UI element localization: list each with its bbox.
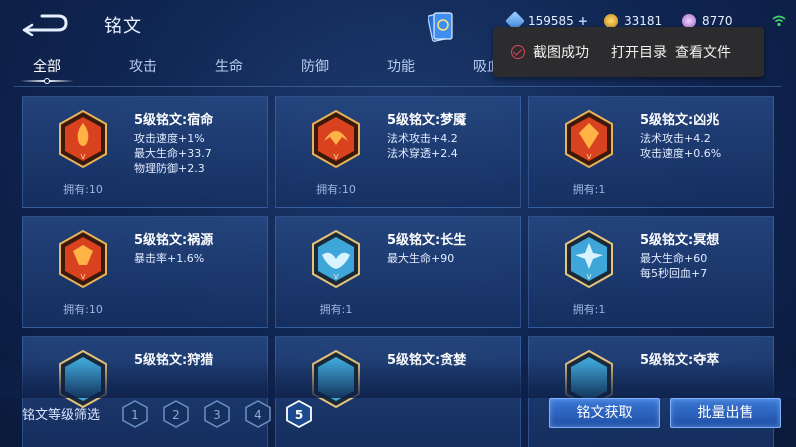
- bottom-bar: 铭文等级筛选 1 2 3 4 5 铭文获取 批量出售: [0, 394, 796, 447]
- rune-stat: 每5秒回血+7: [640, 267, 708, 280]
- svg-text:V: V: [81, 153, 86, 161]
- rune-name: 5级铭文:冥想: [640, 233, 720, 248]
- level-filter-3-label: 3: [213, 408, 221, 422]
- bulk-sell-button[interactable]: 批量出售: [670, 398, 781, 428]
- owned-count: 拥有:10: [316, 183, 356, 196]
- rune-card[interactable]: V 拥有:10 5级铭文:祸源 暴击率+1.6%: [22, 216, 268, 328]
- rune-stat: 法术攻击+4.2: [387, 132, 458, 145]
- meditation-rune-icon: V: [565, 229, 613, 289]
- owned-count: 拥有:10: [63, 303, 103, 316]
- rune-stats: 最大生命+90: [387, 251, 454, 266]
- level-filter-2-label: 2: [172, 408, 180, 422]
- nightmare-rune-icon: V: [312, 109, 360, 169]
- fire-rune-icon: V: [59, 109, 107, 169]
- toast-message: 截图成功: [533, 45, 589, 61]
- longevity-rune-icon: V: [312, 229, 360, 289]
- level-filter-5[interactable]: 5: [286, 400, 312, 428]
- rune-stat: 攻击速度+0.6%: [640, 147, 722, 160]
- svg-text:V: V: [81, 273, 86, 281]
- rune-stat: 法术攻击+4.2: [640, 132, 711, 145]
- rune-name: 5级铭文:凶兆: [640, 113, 720, 128]
- rune-stat: 最大生命+90: [387, 252, 455, 265]
- svg-text:V: V: [587, 273, 592, 281]
- rune-name: 5级铭文:祸源: [134, 233, 214, 248]
- rune-stats: 暴击率+1.6%: [134, 251, 204, 266]
- level-filter-5-label: 5: [295, 408, 303, 422]
- svg-text:V: V: [334, 273, 339, 281]
- svg-text:V: V: [587, 153, 592, 161]
- rune-stats: 法术攻击+4.2 攻击速度+0.6%: [640, 131, 721, 161]
- owned-count: 拥有:10: [63, 183, 103, 196]
- rune-stats: 最大生命+60 每5秒回血+7: [640, 251, 707, 281]
- check-circle-icon: [511, 45, 525, 59]
- rune-stats: 法术攻击+4.2 法术穿透+2.4: [387, 131, 458, 161]
- rune-card[interactable]: V 拥有:10 5级铭文:宿命 攻击速度+1% 最大生命+33.7 物理防御+2…: [22, 96, 268, 208]
- rune-card[interactable]: V 拥有:1 5级铭文:凶兆 法术攻击+4.2 攻击速度+0.6%: [528, 96, 774, 208]
- get-runes-button[interactable]: 铭文获取: [549, 398, 660, 428]
- screenshot-toast: 截图成功 打开目录 查看文件: [493, 27, 764, 77]
- rune-stat: 最大生命+33.7: [134, 147, 212, 160]
- rune-stat: 物理防御+2.3: [134, 162, 205, 175]
- rune-name: 5级铭文:梦魇: [387, 113, 467, 128]
- rune-stat: 法术穿透+2.4: [387, 147, 458, 160]
- rune-stats: 攻击速度+1% 最大生命+33.7 物理防御+2.3: [134, 131, 212, 176]
- owned-count: 拥有:1: [572, 303, 606, 316]
- level-filter-1-label: 1: [131, 408, 139, 422]
- open-folder-link[interactable]: 打开目录: [611, 42, 667, 62]
- level-filter-1[interactable]: 1: [122, 400, 148, 428]
- rune-name: 5级铭文:长生: [387, 233, 467, 248]
- owned-count: 拥有:1: [319, 303, 353, 316]
- rune-stat: 暴击率+1.6%: [134, 252, 205, 265]
- omen-rune-icon: V: [565, 109, 613, 169]
- svg-text:V: V: [334, 153, 339, 161]
- level-filter-4[interactable]: 4: [245, 400, 271, 428]
- rune-card[interactable]: V 拥有:10 5级铭文:梦魇 法术攻击+4.2 法术穿透+2.4: [275, 96, 521, 208]
- level-filter-2[interactable]: 2: [163, 400, 189, 428]
- rune-stat: 攻击速度+1%: [134, 132, 205, 145]
- rune-card[interactable]: V 拥有:1 5级铭文:冥想 最大生命+60 每5秒回血+7: [528, 216, 774, 328]
- rune-name: 5级铭文:宿命: [134, 113, 214, 128]
- rune-stat: 最大生命+60: [640, 252, 708, 265]
- level-filter-label: 铭文等级筛选: [22, 408, 101, 423]
- calamity-rune-icon: V: [59, 229, 107, 289]
- level-filter-3[interactable]: 3: [204, 400, 230, 428]
- rune-card[interactable]: V 拥有:1 5级铭文:长生 最大生命+90: [275, 216, 521, 328]
- list-fade-overlay: [0, 360, 796, 398]
- level-filter-4-label: 4: [254, 408, 262, 422]
- view-file-link[interactable]: 查看文件: [675, 42, 731, 62]
- owned-count: 拥有:1: [572, 183, 606, 196]
